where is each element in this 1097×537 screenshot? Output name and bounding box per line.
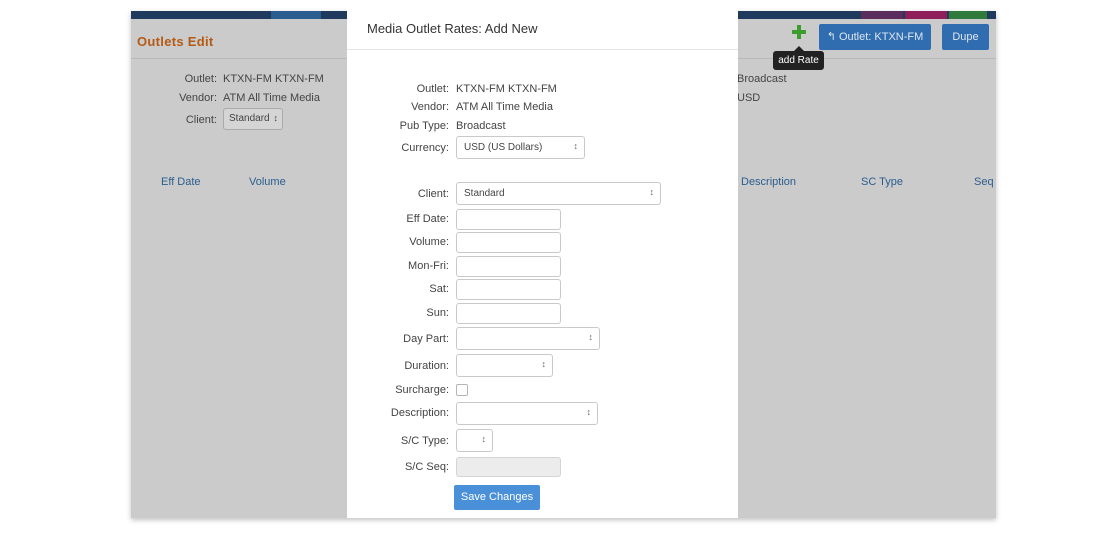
bg-outlet-label: Outlet: (184, 73, 217, 85)
add-rate-plus-icon[interactable] (791, 24, 807, 40)
bg-client-label: Client: (185, 114, 217, 126)
sc-type-select[interactable]: ↕ (456, 429, 493, 452)
bg-client-row: Client: (131, 114, 223, 126)
sun-input[interactable] (456, 303, 561, 324)
day-part-label: Day Part: (403, 333, 449, 345)
mon-fri-label: Mon-Fri: (408, 260, 449, 272)
volume-label: Volume: (409, 236, 449, 248)
column-header-seq[interactable]: Seq (974, 176, 994, 188)
select-arrow-icon: ↕ (649, 187, 655, 197)
modal-header: Media Outlet Rates: Add New (347, 0, 738, 50)
surcharge-checkbox[interactable] (456, 384, 468, 396)
sc-type-label: S/C Type: (400, 435, 449, 447)
duration-label: Duration: (404, 360, 449, 372)
sc-seq-input (456, 457, 561, 477)
dupe-button[interactable]: Dupe (942, 24, 989, 50)
bg-pub-type-value: Broadcast (737, 73, 787, 85)
bg-outlet-value: KTXN-FM KTXN-FM (223, 73, 324, 85)
volume-input[interactable] (456, 232, 561, 253)
column-header-sc-type[interactable]: SC Type (861, 176, 903, 188)
description-select[interactable]: ↕ (456, 402, 598, 425)
save-changes-button-label: Save Changes (460, 491, 534, 503)
outlet-back-button-label: Outlet: KTXN-FM (838, 31, 924, 43)
currency-label: Currency: (401, 142, 449, 154)
pub-type-label: Pub Type: (399, 120, 449, 132)
vendor-value: ATM All Time Media (456, 101, 553, 113)
bg-vendor-value: ATM All Time Media (223, 92, 320, 104)
sat-label: Sat: (429, 283, 449, 295)
nav-segment (905, 11, 947, 19)
eff-date-input[interactable] (456, 209, 561, 230)
column-header-eff-date[interactable]: Eff Date (161, 176, 201, 188)
outlet-back-button[interactable]: ↰ Outlet: KTXN-FM (819, 24, 931, 50)
bg-outlet-row: Outlet: KTXN-FM KTXN-FM (131, 73, 324, 85)
bg-client-select[interactable]: Standard ↕ (223, 108, 283, 130)
bg-vendor-label: Vendor: (179, 92, 217, 104)
vendor-label: Vendor: (411, 101, 449, 113)
sc-seq-label: S/C Seq: (404, 461, 449, 473)
pub-type-value: Broadcast (456, 120, 506, 132)
bg-vendor-row: Vendor: ATM All Time Media (131, 92, 320, 104)
client-select-value: Standard (464, 188, 505, 199)
sun-label: Sun: (426, 307, 449, 319)
undo-icon: ↰ (826, 31, 836, 43)
select-arrow-icon: ↕ (573, 141, 579, 151)
select-arrow-icon: ↕ (541, 359, 547, 369)
bg-client-select-value: Standard (229, 113, 270, 124)
eff-date-label: Eff Date: (406, 213, 449, 225)
select-arrow-icon: ↕ (481, 434, 487, 444)
add-rate-tooltip: add Rate (773, 46, 824, 70)
sat-input[interactable] (456, 279, 561, 300)
dupe-button-label: Dupe (952, 31, 979, 43)
select-arrow-icon: ↕ (273, 113, 279, 123)
select-arrow-icon: ↕ (588, 332, 594, 342)
select-arrow-icon: ↕ (586, 407, 592, 417)
day-part-select[interactable]: ↕ (456, 327, 600, 350)
currency-select-value: USD (US Dollars) (464, 142, 543, 153)
outlet-label: Outlet: (416, 83, 449, 95)
surcharge-label: Surcharge: (395, 384, 449, 396)
mon-fri-input[interactable] (456, 256, 561, 277)
column-header-volume[interactable]: Volume (249, 176, 286, 188)
nav-segment (949, 11, 987, 19)
page-title: Outlets Edit (137, 34, 214, 49)
save-changes-button[interactable]: Save Changes (454, 485, 540, 510)
nav-segment (271, 11, 321, 19)
outlet-value: KTXN-FM KTXN-FM (456, 83, 557, 95)
nav-segment (861, 11, 903, 19)
modal-title: Media Outlet Rates: Add New (367, 21, 538, 36)
description-label: Description: (390, 407, 449, 419)
duration-select[interactable]: ↕ (456, 354, 553, 377)
client-label: Client: (417, 188, 449, 200)
bg-currency-value: USD (737, 92, 761, 104)
client-select[interactable]: Standard ↕ (456, 182, 661, 205)
currency-select[interactable]: USD (US Dollars) ↕ (456, 136, 585, 159)
add-rate-modal: Media Outlet Rates: Add New Outlet: KTXN… (347, 0, 738, 518)
column-header-description[interactable]: Description (741, 176, 796, 188)
